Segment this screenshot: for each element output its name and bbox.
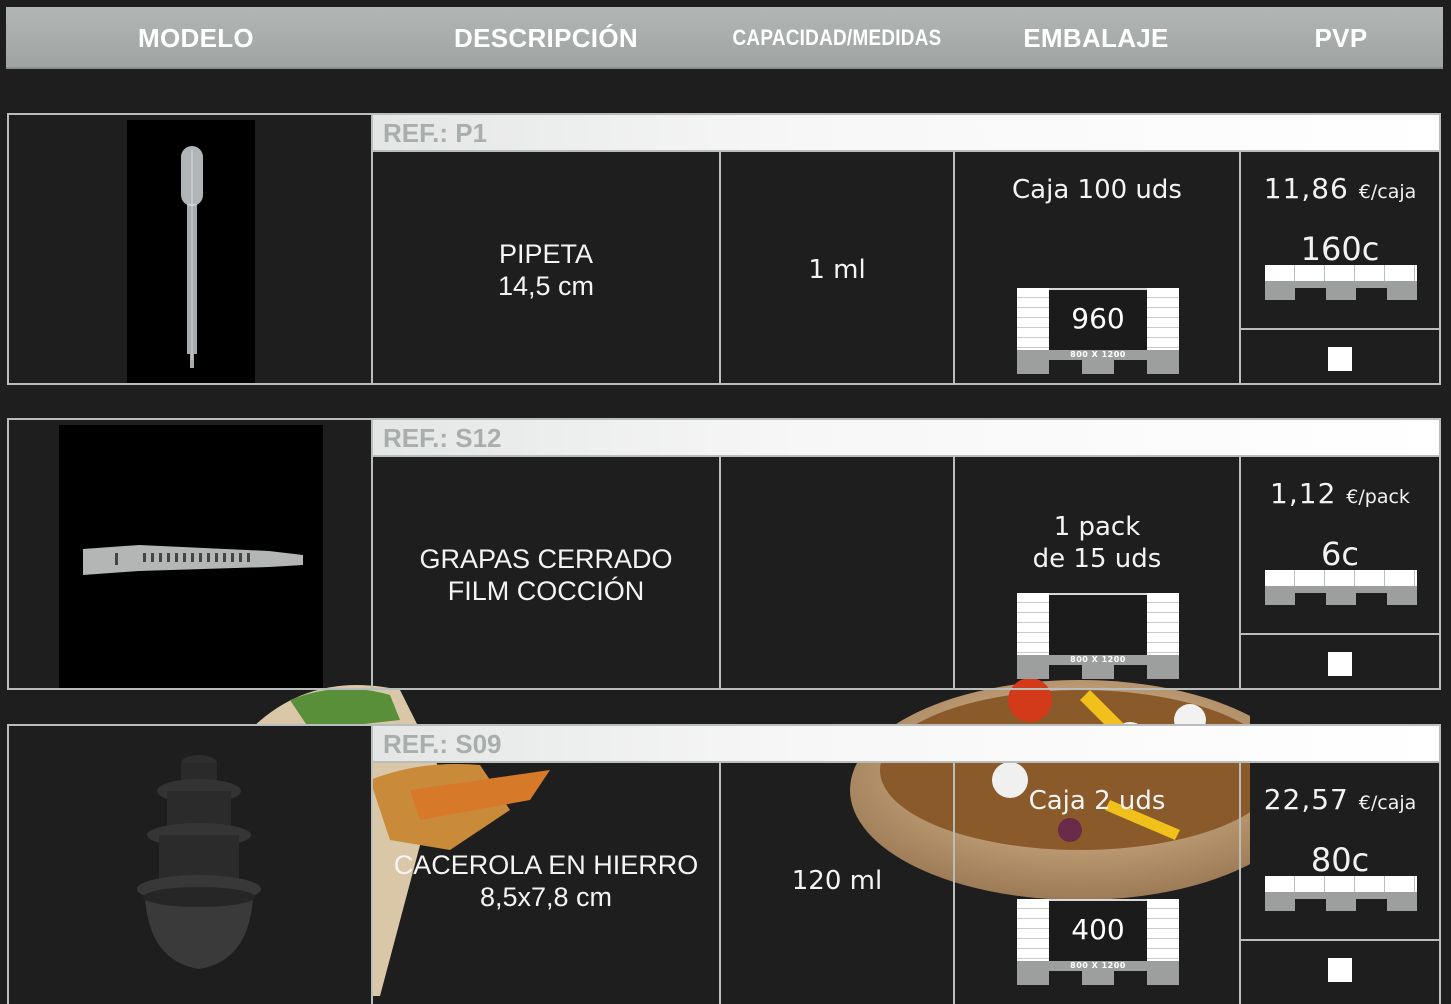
product-packaging: Caja 2 uds	[1028, 786, 1166, 816]
pallet-icon: 800 X 1200	[1017, 593, 1179, 679]
product-ref: REF.: S09	[373, 726, 1439, 763]
product-packaging: Caja 100 uds	[1012, 175, 1182, 205]
product-price: 22,57 €/caja	[1263, 783, 1417, 816]
header-embalaje: EMBALAJE	[1023, 23, 1169, 53]
cacerola-image	[137, 755, 261, 969]
min-order: 80c	[1310, 841, 1370, 879]
product-ref: REF.: S12	[373, 420, 1439, 457]
pallet-quantity: 400	[1071, 913, 1125, 946]
capacity-cell: 1 ml	[721, 152, 955, 383]
clip-image	[59, 425, 323, 688]
capacity-cell: 120 ml	[721, 763, 955, 1004]
header-descripcion: DESCRIPCIÓN	[454, 23, 638, 53]
pallet-icon: 400 800 X 1200	[1017, 899, 1179, 985]
product-row: REF.: S09 CACEROLA EN HIERRO 8,5x7,8 cm …	[7, 724, 1441, 1004]
order-checkbox[interactable]	[1328, 652, 1352, 676]
product-image-cell	[9, 726, 373, 1004]
table-header: MODELO DESCRIPCIÓN CAPACIDAD/MEDIDAS EMB…	[6, 7, 1443, 69]
price-cell: 1,12 €/pack 6c	[1241, 457, 1439, 688]
product-ref: REF.: P1	[373, 115, 1439, 152]
product-price: 1,12 €/pack	[1270, 477, 1410, 510]
product-row: REF.: P1 PIPETA 14,5 cm 1 ml Caja 100 ud…	[7, 113, 1441, 385]
header-capacidad: CAPACIDAD/MEDIDAS	[732, 25, 942, 50]
description-cell: CACEROLA EN HIERRO 8,5x7,8 cm	[373, 763, 721, 1004]
product-row: REF.: S12 GRAPAS CERRADO FILM COCCIÓN 1 …	[7, 418, 1441, 690]
mini-pallet-icon	[1265, 876, 1417, 912]
product-capacity: 1 ml	[808, 255, 866, 285]
order-checkbox[interactable]	[1328, 347, 1352, 371]
pallet-quantity: 960	[1071, 302, 1125, 335]
price-cell: 22,57 €/caja 80c	[1241, 763, 1439, 1004]
description-cell: GRAPAS CERRADO FILM COCCIÓN	[373, 457, 721, 688]
min-order: 160c	[1300, 230, 1380, 268]
product-description: GRAPAS CERRADO FILM COCCIÓN	[419, 544, 673, 606]
price-cell: 11,86 €/caja 160c	[1241, 152, 1439, 383]
pallet-label: 800 X 1200	[1017, 961, 1179, 971]
product-packaging: 1 pack de 15 uds	[1032, 512, 1162, 574]
pallet-icon: 960 800 X 1200	[1017, 288, 1179, 374]
packaging-cell: 1 pack de 15 uds 800 X 1200	[955, 457, 1241, 688]
packaging-cell: Caja 100 uds 960 800 X 1200	[955, 152, 1241, 383]
capacity-cell	[721, 457, 955, 688]
pipette-image	[127, 120, 255, 383]
product-price: 11,86 €/caja	[1263, 172, 1417, 205]
min-order: 6c	[1321, 535, 1359, 573]
product-image-cell	[9, 420, 373, 688]
header-modelo: MODELO	[138, 23, 254, 53]
order-checkbox[interactable]	[1328, 958, 1352, 982]
description-cell: PIPETA 14,5 cm	[373, 152, 721, 383]
pallet-label: 800 X 1200	[1017, 350, 1179, 360]
mini-pallet-icon	[1265, 265, 1417, 301]
product-description: CACEROLA EN HIERRO 8,5x7,8 cm	[393, 850, 699, 912]
pallet-label: 800 X 1200	[1017, 655, 1179, 665]
product-capacity: 120 ml	[791, 866, 883, 896]
header-pvp: PVP	[1314, 23, 1368, 53]
packaging-cell: Caja 2 uds 400 800 X 1200	[955, 763, 1241, 1004]
product-image-cell	[9, 115, 373, 383]
mini-pallet-icon	[1265, 570, 1417, 606]
product-description: PIPETA 14,5 cm	[497, 239, 595, 301]
